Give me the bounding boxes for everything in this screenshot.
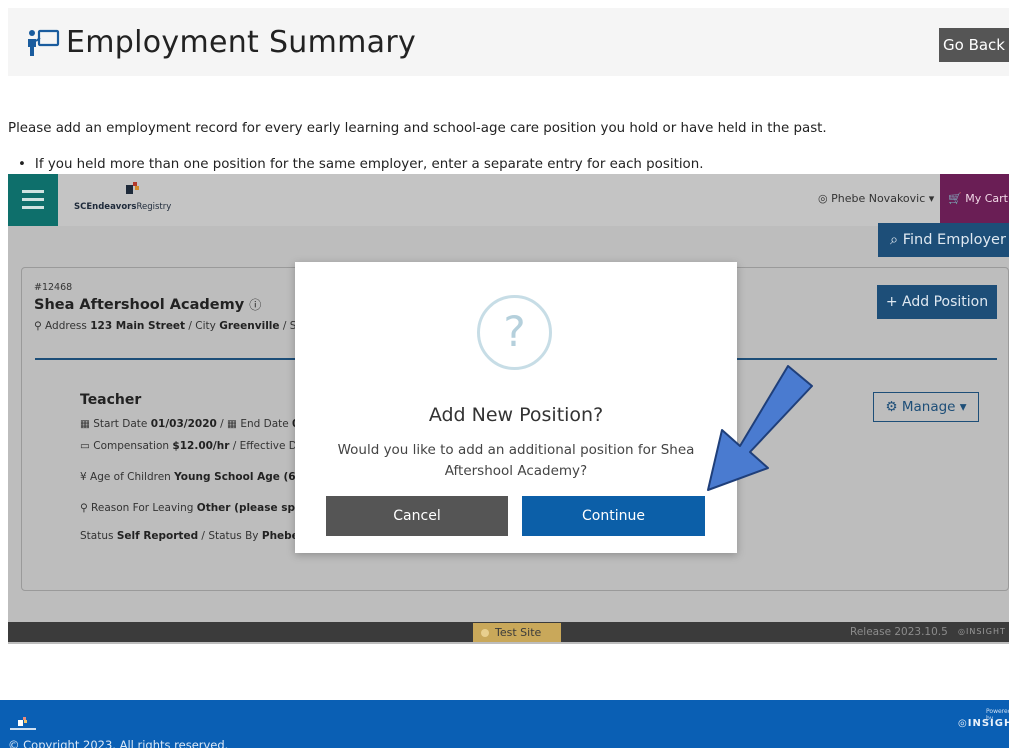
child-icon: ¥	[80, 471, 87, 483]
position-compensation: ▭ Compensation $12.00/hr / Effective D	[80, 440, 297, 452]
page: Employment Summary Go Back Please add an…	[0, 0, 1009, 748]
continue-button[interactable]: Continue	[522, 496, 705, 536]
position-dates: ▦ Start Date 01/03/2020 / ▦ End Date 01	[80, 418, 307, 430]
info-icon[interactable]: ⓘ	[249, 298, 261, 312]
position-reason-leaving: ⚲ Reason For Leaving Other (please spe	[80, 502, 303, 514]
instruction-bullet: If you held more than one position for t…	[18, 157, 704, 172]
dialog-title: Add New Position?	[428, 404, 604, 426]
status-bar: Test Site Release 2023.10.5 ◎INSIGHT	[8, 622, 1009, 642]
release-version: Release 2023.10.5	[850, 626, 948, 638]
employment-person-board-icon	[28, 29, 60, 56]
cancel-button[interactable]: Cancel	[326, 496, 508, 536]
add-position-dialog: ? Add New Position? Would you like to ad…	[295, 262, 737, 553]
go-back-button[interactable]: Go Back	[939, 28, 1009, 62]
gears-icon: ⚙	[885, 399, 898, 415]
my-cart-button[interactable]: 🛒 My Cart(	[940, 174, 1009, 226]
copyright-text: © Copyright 2023. All rights reserved.	[8, 738, 229, 748]
cart-icon: 🛒	[948, 192, 962, 205]
user-menu[interactable]: ◎ Phebe Novakovic ▾	[818, 192, 934, 205]
top-navbar: SCEndeavorsRegistry ◎ Phebe Novakovic ▾ …	[8, 174, 1009, 226]
location-pin-icon: ⚲	[34, 320, 42, 332]
search-icon: ⌕	[890, 232, 899, 248]
calendar-icon: ▦	[227, 418, 237, 430]
manage-dropdown-button[interactable]: ⚙ Manage ▾	[873, 392, 979, 422]
position-age-of-children: ¥ Age of Children Young School Age (6 t	[80, 471, 305, 483]
question-mark-icon: ?	[477, 295, 552, 370]
position-status: Status Self Reported / Status By Phebe N	[80, 530, 312, 542]
money-icon: ▭	[80, 440, 90, 452]
user-name: Phebe Novakovic ▾	[831, 192, 935, 205]
registry-logo[interactable]: SCEndeavorsRegistry	[68, 180, 178, 218]
summary-header: Employment Summary Go Back	[8, 8, 1009, 76]
footer-logo-icon	[10, 717, 36, 730]
dot-icon	[481, 629, 489, 637]
insight-logo-small: ◎INSIGHT	[958, 627, 1006, 636]
running-person-icon: ⚲	[80, 502, 88, 514]
add-position-button[interactable]: + Add Position	[877, 285, 997, 319]
user-circle-icon: ◎	[818, 192, 828, 205]
pointer-arrow-icon	[707, 365, 813, 491]
intro-text: Please add an employment record for ever…	[8, 121, 827, 136]
employer-address: ⚲ Address 123 Main Street / City Greenvi…	[34, 320, 301, 332]
employer-id: #12468	[34, 282, 73, 293]
logo-mark-icon	[126, 182, 139, 194]
page-title: Employment Summary	[66, 25, 417, 60]
test-site-badge: Test Site	[473, 623, 561, 642]
footer: © Copyright 2023. All rights reserved. P…	[0, 700, 1009, 748]
hamburger-menu-icon[interactable]	[8, 174, 58, 226]
insight-logo[interactable]: ◎INSIGHT	[958, 718, 1009, 729]
calendar-icon: ▦	[80, 418, 90, 430]
employer-name: Shea Aftershool Academy ⓘ	[34, 297, 262, 313]
dialog-message: Would you like to add an additional posi…	[337, 442, 695, 479]
position-title: Teacher	[80, 392, 142, 408]
logo-text: SCEndeavorsRegistry	[74, 202, 172, 212]
find-employer-button[interactable]: ⌕ Find Employer	[878, 223, 1009, 257]
